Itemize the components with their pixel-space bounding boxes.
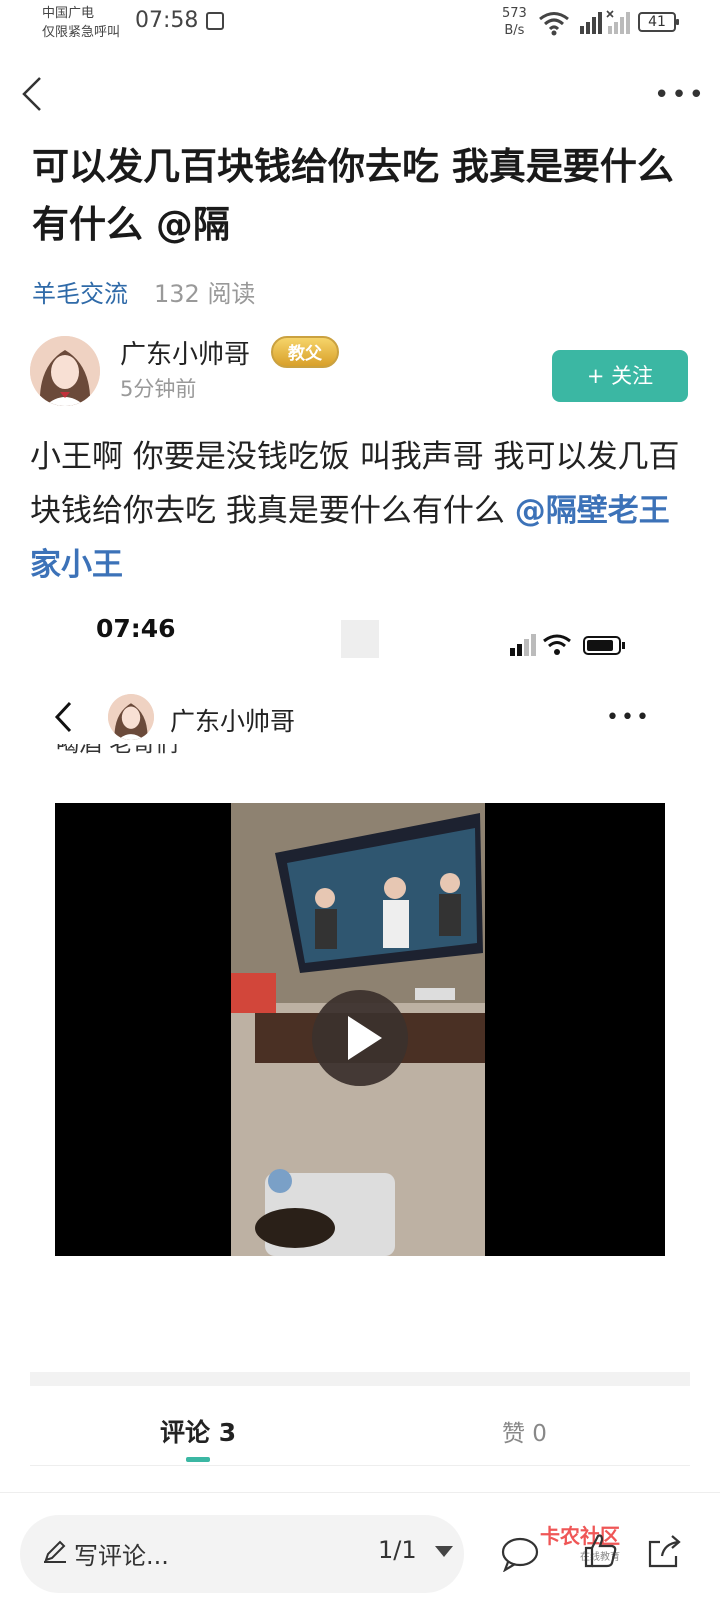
image-notification-icon [206,12,224,30]
embedded-avatar-portrait-icon [108,694,154,740]
post-time: 5分钟前 [120,377,197,401]
read-count: 132 阅读 [154,280,256,308]
tab-active-indicator [186,1457,210,1462]
status-time: 07:58 [135,8,199,33]
net-speed-value: 573 [502,6,527,21]
signal-icon [580,12,602,34]
embedded-back-icon [54,701,72,733]
net-speed-unit: B/s [504,23,525,38]
tab-comments[interactable]: 评论 3 [160,1413,236,1449]
wifi-icon [539,12,569,36]
share-icon[interactable] [644,1532,684,1572]
embedded-avatar [108,694,154,740]
thumbs-up-icon[interactable] [580,1530,620,1570]
signal-no-sim-icon [606,10,630,34]
carrier-status: 仅限紧急呼叫 [42,25,121,40]
embedded-status-time: 07:46 [96,614,176,643]
category-link[interactable]: 羊毛交流 [32,274,128,309]
embedded-cut-text: 喝酒 老哥们 [56,744,178,764]
embedded-cut-text-content: 喝酒 老哥们 [56,744,179,757]
carrier-name: 中国广电 [42,6,95,21]
comment-icon[interactable] [500,1536,540,1572]
embedded-placeholder-box [341,620,379,658]
pen-icon [44,1540,66,1563]
carrier-info: 中国广电 仅限紧急呼叫 [42,4,120,42]
net-speed: 573 B/s [502,5,527,39]
rank-badge: 教父 [271,336,339,368]
post-title: 可以发几百块钱给你去吃 我真是要什么有什么 @隔 [32,145,674,246]
section-divider [30,1372,690,1386]
battery-icon: 41 [638,12,679,32]
comment-placeholder[interactable]: 写评论... [74,1536,169,1571]
embedded-more-icon: ••• [606,705,651,730]
embedded-author-name: 广东小帅哥 [170,707,296,736]
avatar[interactable] [30,336,100,406]
back-arrow-icon[interactable] [18,74,48,114]
tab-divider [30,1465,690,1466]
play-icon[interactable] [312,990,408,1086]
tab-likes[interactable]: 赞 0 [502,1414,547,1448]
page-indicator[interactable]: 1/1 [378,1536,417,1564]
chevron-down-icon[interactable] [435,1546,453,1557]
author-name[interactable]: 广东小帅哥 [120,334,250,371]
avatar-portrait-icon [30,336,100,406]
embedded-status-icons [510,634,625,656]
follow-button[interactable]: + 关注 [552,350,688,402]
more-options-icon[interactable]: ••• [654,82,706,108]
post-body: 小王啊 你要是没钱吃饭 叫我声哥 我可以发几百块钱给你去吃 我真是要什么有什么 … [30,430,698,592]
